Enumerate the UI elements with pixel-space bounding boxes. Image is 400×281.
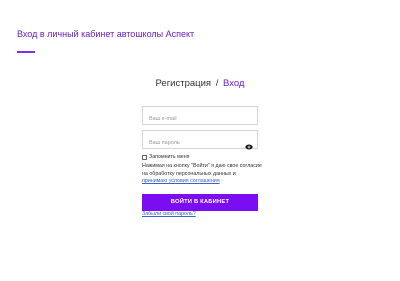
tab-register[interactable]: Регистрация bbox=[156, 78, 212, 89]
eye-icon[interactable] bbox=[245, 137, 253, 150]
tab-login[interactable]: Вход bbox=[223, 78, 245, 89]
consent-text: Нажимая на кнопку "Войти" я даю свое сог… bbox=[142, 163, 262, 186]
remember-me[interactable]: Запомнить меня bbox=[142, 154, 190, 160]
consent-body: Нажимая на кнопку "Войти" я даю свое сог… bbox=[142, 163, 262, 177]
password-field-wrapper bbox=[142, 130, 258, 152]
password-input[interactable] bbox=[143, 134, 257, 152]
consent-link[interactable]: принимаю условия соглашения bbox=[142, 178, 220, 184]
form-tabs: Регистрация / Вход bbox=[0, 78, 400, 89]
page-title: Вход в личный кабинет автошколы Аспект bbox=[17, 29, 195, 39]
remember-label: Запомнить меня bbox=[149, 154, 190, 160]
email-input[interactable] bbox=[143, 110, 257, 128]
remember-checkbox[interactable] bbox=[142, 154, 147, 160]
email-field-wrapper bbox=[142, 106, 258, 128]
title-underline bbox=[17, 51, 35, 53]
forgot-password-link[interactable]: Забыли свой пароль? bbox=[142, 211, 196, 217]
login-button[interactable]: ВОЙТИ В КАБИНЕТ bbox=[142, 194, 258, 211]
tab-separator: / bbox=[215, 78, 219, 89]
